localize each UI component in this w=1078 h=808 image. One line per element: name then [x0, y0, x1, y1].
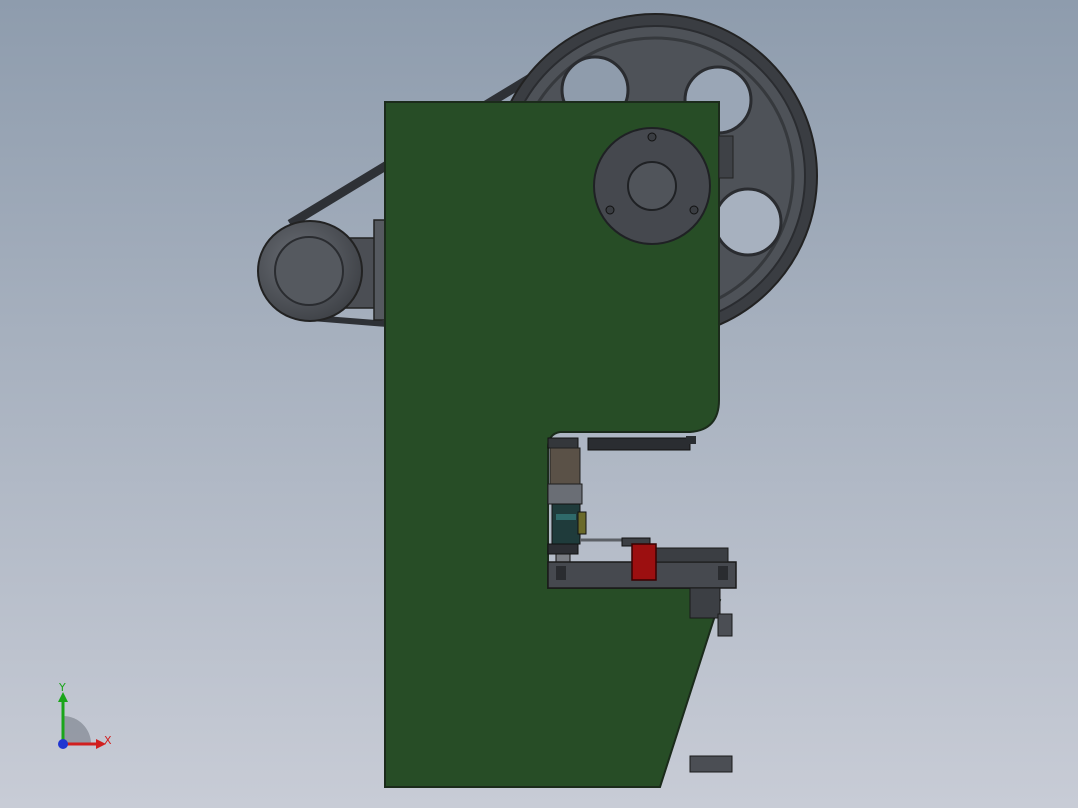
cad-model-scene[interactable]: [0, 0, 1078, 808]
graphics-viewport[interactable]: Y X: [0, 0, 1078, 808]
triad-quadrant: [63, 716, 91, 744]
y-axis-label: Y: [58, 682, 66, 694]
crankshaft-hub[interactable]: [593, 127, 711, 245]
hub-bolt: [605, 205, 615, 215]
coordinate-triad[interactable]: Y X: [40, 682, 130, 762]
hub-bolt: [689, 205, 699, 215]
hub-bolt: [647, 132, 657, 142]
frame-side-bracket: [718, 135, 734, 179]
x-axis-label: X: [104, 734, 112, 747]
z-axis-point: [58, 739, 68, 749]
die-block[interactable]: [631, 543, 657, 581]
flywheel-hole: [713, 187, 783, 257]
